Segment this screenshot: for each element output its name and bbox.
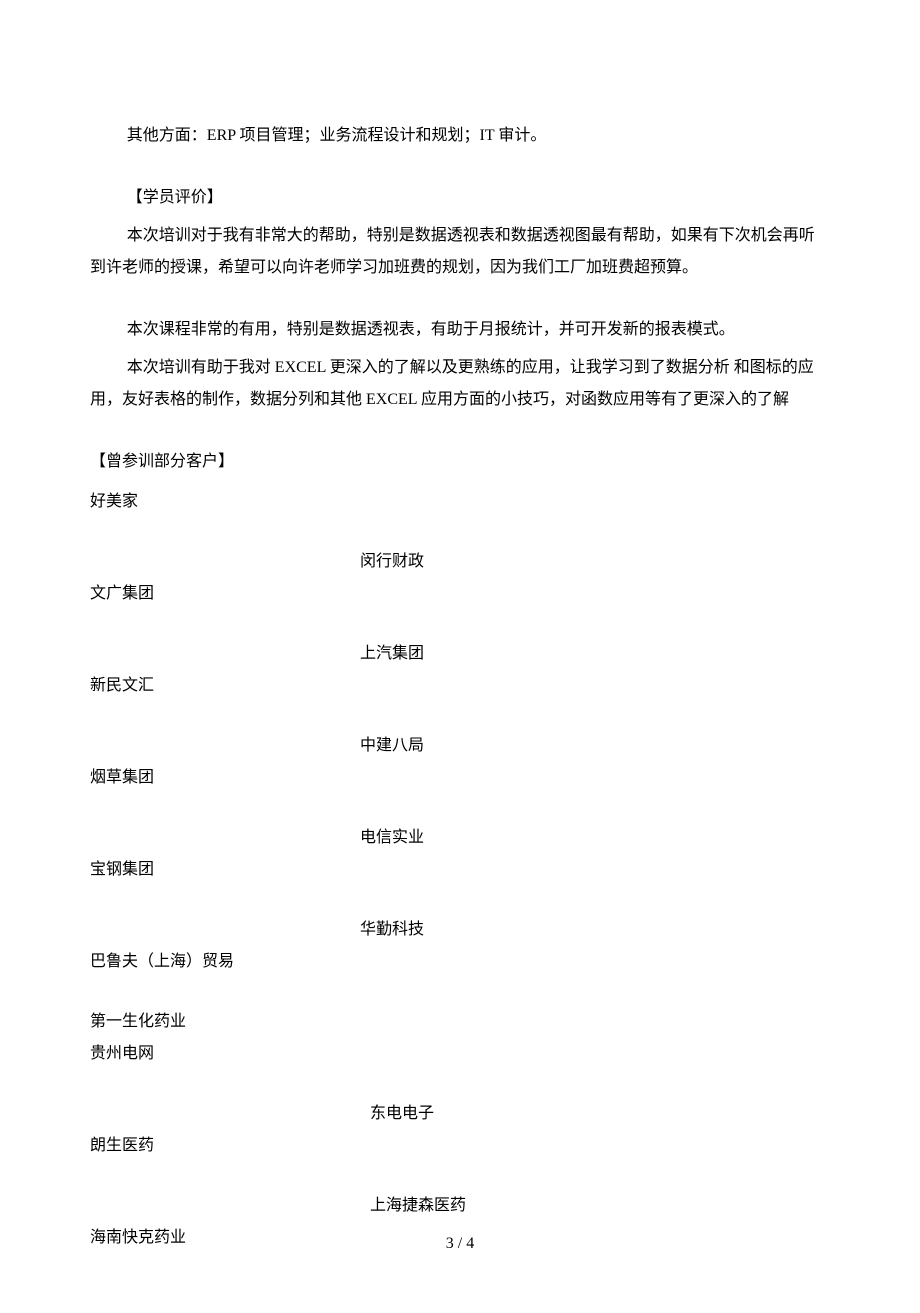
client-item: 宝钢集团 <box>90 854 830 886</box>
feedback-header: 【学员评价】 <box>90 182 830 214</box>
feedback-text-3: 本次培训有助于我对 EXCEL 更深入的了解以及更熟练的应用，让我学习到了数据分… <box>90 352 830 416</box>
client-item: 文广集团 <box>90 578 830 610</box>
client-item: 朗生医药 <box>90 1130 830 1162</box>
feedback-text-1: 本次培训对于我有非常大的帮助，特别是数据透视表和数据透视图最有帮助，如果有下次机… <box>90 220 830 284</box>
feedback-text-2: 本次课程非常的有用，特别是数据透视表，有助于月报统计，并可开发新的报表模式。 <box>90 314 830 346</box>
client-item: 华勤科技 <box>90 914 830 946</box>
client-item: 新民文汇 <box>90 670 830 702</box>
document-page: 其他方面：ERP 项目管理；业务流程设计和规划；IT 审计。 【学员评价】 本次… <box>0 0 920 1313</box>
client-item: 好美家 <box>90 486 830 518</box>
client-item: 巴鲁夫（上海）贸易 <box>90 946 830 978</box>
client-item: 上海捷森医药 <box>90 1190 830 1222</box>
client-item: 闵行财政 <box>90 546 830 578</box>
clients-header: 【曾参训部分客户】 <box>90 446 830 478</box>
client-item: 烟草集团 <box>90 762 830 794</box>
client-item: 中建八局 <box>90 730 830 762</box>
client-item: 贵州电网 <box>90 1038 830 1070</box>
client-list: 好美家 闵行财政 文广集团 上汽集团 新民文汇 中建八局 烟草集团 电信实业 宝… <box>90 486 830 1254</box>
page-number: 3 / 4 <box>0 1235 920 1253</box>
other-aspects-text: 其他方面：ERP 项目管理；业务流程设计和规划；IT 审计。 <box>90 120 830 152</box>
client-item: 第一生化药业 <box>90 1006 830 1038</box>
client-item: 上汽集团 <box>90 638 830 670</box>
client-item: 电信实业 <box>90 822 830 854</box>
client-item: 东电电子 <box>90 1098 830 1130</box>
